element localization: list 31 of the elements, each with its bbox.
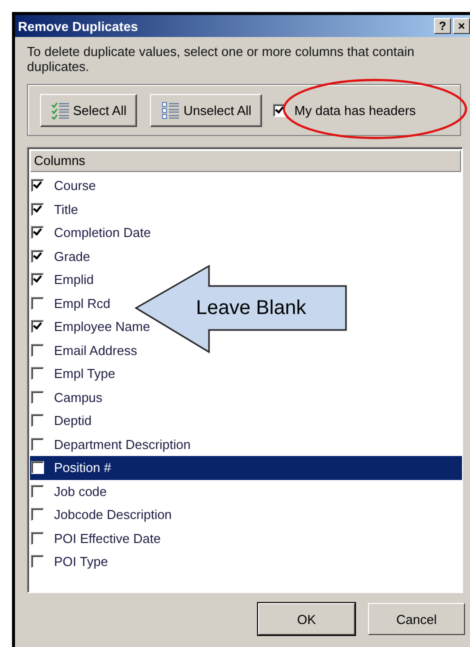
list-row[interactable]: POI Type [30, 550, 111, 574]
close-button[interactable]: × [453, 18, 470, 34]
list-row[interactable]: Empl Type [30, 362, 118, 386]
list-row[interactable]: Employee Name [30, 315, 154, 338]
list-row[interactable]: Course [30, 174, 99, 198]
list-row[interactable]: POI Effective Date [30, 526, 164, 550]
cancel-button[interactable]: Cancel [368, 603, 465, 635]
list-row[interactable]: Position # [30, 456, 462, 480]
list-row[interactable]: Title [30, 198, 82, 221]
select-all-button[interactable]: Select All [40, 94, 138, 126]
list-row[interactable]: Jobcode Description [30, 503, 175, 526]
unselect-all-button[interactable]: Unselect All [150, 94, 262, 126]
list-row[interactable]: Empl Rcd [30, 292, 114, 315]
instruction-text: To delete duplicate values, select one or more columns that contain duplicates. [27, 44, 416, 74]
window-title: Remove Duplicates [18, 18, 138, 34]
checklist-icon [51, 100, 70, 120]
ok-button[interactable]: OK [258, 603, 355, 635]
checkbox[interactable] [31, 461, 44, 474]
callout-text: Leave Blank [196, 296, 306, 320]
list-icon [161, 100, 180, 120]
list-row[interactable]: Emplid [30, 268, 97, 292]
checkbox-label: My data has headers [294, 102, 416, 118]
list-row[interactable]: Department Description [30, 432, 194, 456]
list-row[interactable]: Job code [30, 480, 110, 503]
list-row[interactable]: Deptid [30, 409, 95, 432]
list-row[interactable]: Completion Date [30, 221, 154, 244]
list-row[interactable]: Email Address [30, 338, 140, 362]
list-row[interactable]: Campus [30, 386, 106, 409]
help-button[interactable]: ? [434, 18, 451, 34]
list-row[interactable]: Grade [30, 244, 94, 268]
list-header: Columns [30, 150, 461, 172]
